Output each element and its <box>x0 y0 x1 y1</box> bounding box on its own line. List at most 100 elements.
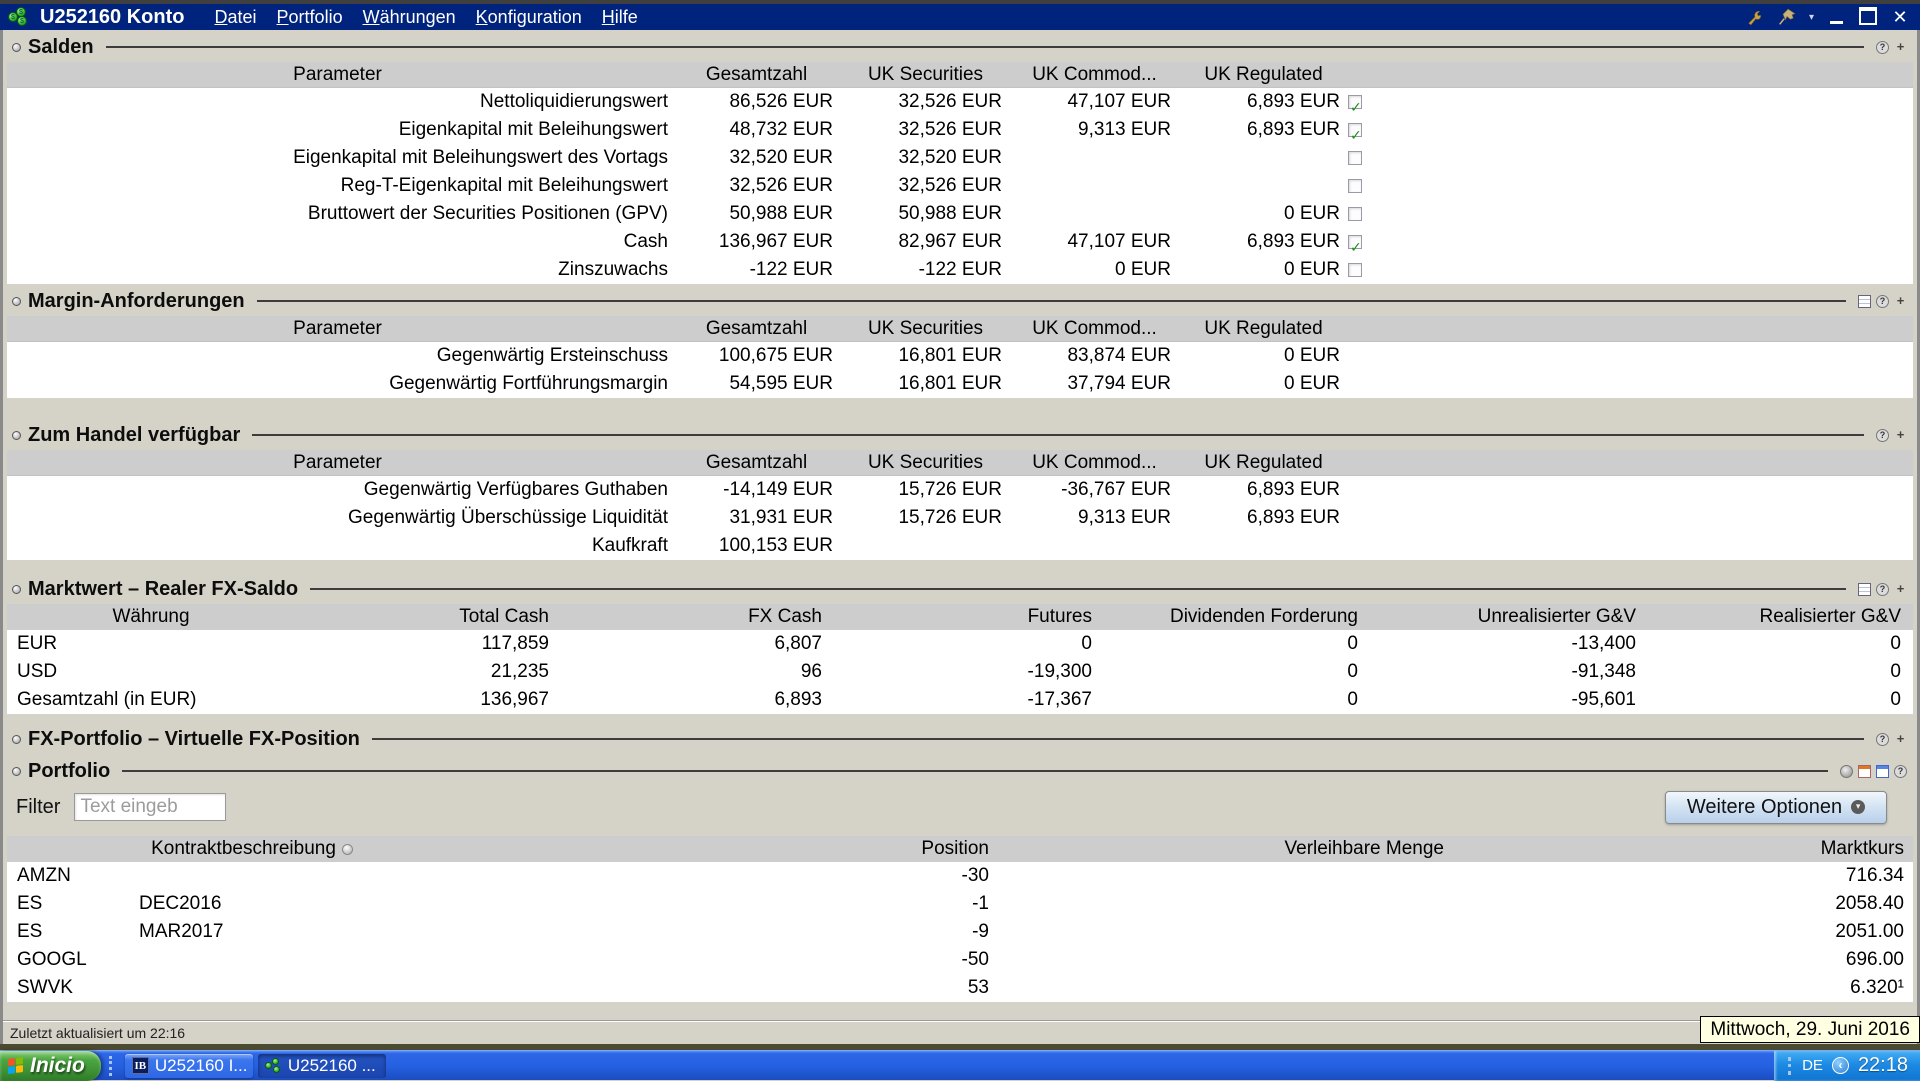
menu-waehrungen[interactable]: Währungen <box>353 5 466 30</box>
tool-icon[interactable] <box>1840 764 1853 778</box>
cell-uk-regulated: 0 EUR <box>1284 203 1340 224</box>
cell-symbol: AMZN <box>17 865 71 886</box>
section-toggle-icon[interactable] <box>12 42 21 52</box>
uk-regulated-checkbox[interactable] <box>1348 121 1362 149</box>
taskbar-item-tws-main[interactable]: IB U252160 I... <box>124 1053 253 1078</box>
section-toggle-icon[interactable] <box>12 766 21 776</box>
taskbar-item-konto-window[interactable]: U252160 ... <box>257 1053 386 1078</box>
portfolio-row[interactable]: AMZN -30 716.34 <box>7 862 1913 890</box>
section-toggle-icon[interactable] <box>12 430 21 440</box>
help-icon[interactable]: ? <box>1876 428 1889 442</box>
cell-symbol: GOOGL <box>17 949 87 970</box>
language-indicator[interactable]: DE <box>1802 1057 1823 1074</box>
section-rule <box>310 588 1846 590</box>
column-header-marktkurs[interactable]: Marktkurs <box>1452 836 1912 862</box>
uk-regulated-checkbox[interactable] <box>1348 233 1362 261</box>
column-header-gesamtzahl: Gesamtzahl <box>705 452 808 473</box>
cell-lendable <box>997 946 1452 974</box>
hide-icons-button[interactable]: ‹ <box>1831 1057 1849 1074</box>
section-title: FX-Portfolio – Virtuelle FX-Position <box>28 727 360 750</box>
cell-currency: Gesamtzahl (in EUR) <box>17 689 197 710</box>
column-header-position[interactable]: Position <box>497 836 997 862</box>
table-row: Gegenwärtig Verfügbares Guthaben -14,149… <box>7 476 1913 504</box>
column-header-fx-cash: FX Cash <box>748 606 822 627</box>
cell-currency: EUR <box>17 633 58 654</box>
cell-uk-commodities <box>1010 144 1179 172</box>
column-header-uk-securities: UK Securities <box>867 318 984 339</box>
cell-futures: -17,367 <box>1027 689 1092 710</box>
cell-realisiert: 0 <box>1890 633 1901 654</box>
help-icon[interactable]: ? <box>1876 732 1889 746</box>
expand-icon[interactable]: + <box>1894 428 1907 442</box>
uk-regulated-checkbox[interactable] <box>1348 207 1362 221</box>
expand-icon[interactable]: + <box>1894 732 1907 746</box>
cell-total: 136,967 EUR <box>718 231 833 252</box>
row-label: Reg-T-Eigenkapital mit Beleihungswert <box>340 175 668 196</box>
help-icon[interactable]: ? <box>1894 764 1907 778</box>
table-row: Eigenkapital mit Beleihungswert des Vort… <box>7 144 1913 172</box>
cell-uk-commodities <box>1010 200 1179 228</box>
window-icon[interactable] <box>1876 764 1889 778</box>
cell-uk-commodities: 47,107 EUR <box>1067 231 1171 252</box>
maximize-button[interactable] <box>1858 9 1878 25</box>
section-toggle-icon[interactable] <box>12 734 21 744</box>
help-icon[interactable]: ? <box>1876 582 1889 596</box>
section-toggle-icon[interactable] <box>12 584 21 594</box>
cell-price: 6.320¹ <box>1850 977 1904 998</box>
portfolio-row[interactable]: SWVK 53 6.320¹ <box>7 974 1913 1002</box>
marktwert-table-header: Währung Total Cash FX Cash Futures Divid… <box>7 604 1913 630</box>
cell-futures: -19,300 <box>1027 661 1092 682</box>
expand-icon[interactable]: + <box>1894 582 1907 596</box>
menu-konfiguration[interactable]: Konfiguration <box>466 5 592 30</box>
pin-icon[interactable] <box>1777 8 1797 26</box>
cell-uk-securities: 50,988 EUR <box>898 203 1002 224</box>
start-button[interactable]: Inicio <box>0 1050 101 1081</box>
uk-regulated-checkbox[interactable] <box>1348 179 1362 193</box>
grid-icon[interactable] <box>1858 294 1871 308</box>
cell-symbol: ES <box>17 893 43 914</box>
cell-realisiert: 0 <box>1890 689 1901 710</box>
row-label: Zinszuwachs <box>558 259 668 280</box>
section-rule <box>252 434 1864 436</box>
cell-uk-securities: 32,526 EUR <box>898 175 1002 196</box>
filter-input[interactable] <box>74 793 227 821</box>
grid-icon[interactable] <box>1858 582 1871 596</box>
column-header-verleihbare-menge[interactable]: Verleihbare Menge <box>997 836 1452 862</box>
cell-uk-commodities: 83,874 EUR <box>1067 345 1171 366</box>
expand-icon[interactable]: + <box>1894 294 1907 308</box>
taskbar-item-label: U252160 ... <box>287 1055 376 1075</box>
cell-uk-regulated <box>1179 172 1348 200</box>
cell-uk-commodities <box>1010 532 1179 560</box>
help-icon[interactable]: ? <box>1876 40 1889 54</box>
expand-icon[interactable]: + <box>1894 40 1907 54</box>
cell-total: 100,153 EUR <box>718 535 833 556</box>
row-label: Eigenkapital mit Beleihungswert <box>398 119 668 140</box>
section-toggle-icon[interactable] <box>12 296 21 306</box>
table-row: Bruttowert der Securities Positionen (GP… <box>7 200 1913 228</box>
uk-regulated-checkbox[interactable] <box>1348 263 1362 277</box>
menu-portfolio[interactable]: Portfolio <box>267 5 353 30</box>
titlebar-dropdown-arrow[interactable]: ▾ <box>1809 12 1814 23</box>
portfolio-row[interactable]: ES DEC2016 -1 2058.40 <box>7 890 1913 918</box>
uk-regulated-checkbox[interactable] <box>1348 93 1362 121</box>
cell-uk-commodities: 37,794 EUR <box>1067 373 1171 394</box>
wrench-icon[interactable] <box>1745 8 1765 26</box>
account-coins-icon <box>264 1057 282 1074</box>
help-icon[interactable]: ? <box>1876 294 1889 308</box>
uk-regulated-checkbox[interactable] <box>1348 151 1362 165</box>
calendar-icon[interactable] <box>1858 764 1871 778</box>
minimize-button[interactable] <box>1826 9 1846 25</box>
account-coins-icon: $ $ $ <box>8 7 32 27</box>
close-button[interactable]: ✕ <box>1890 8 1910 26</box>
menu-hilfe[interactable]: Hilfe <box>592 5 648 30</box>
sort-icon[interactable] <box>341 843 353 855</box>
section-header-salden: Salden ? + <box>7 32 1917 62</box>
table-row: Cash 136,967 EUR 82,967 EUR 47,107 EUR 6… <box>7 228 1913 261</box>
more-options-button[interactable]: Weitere Optionen ▾ <box>1665 790 1887 824</box>
cell-price: 2058.40 <box>1835 893 1904 914</box>
portfolio-row[interactable]: GOOGL -50 696.00 <box>7 946 1913 974</box>
cell-position: -9 <box>972 921 989 942</box>
menu-datei[interactable]: Datei <box>205 5 267 30</box>
portfolio-row[interactable]: ES MAR2017 -9 2051.00 <box>7 918 1913 946</box>
column-header-kontraktbeschreibung[interactable]: Kontraktbeschreibung <box>7 836 497 862</box>
